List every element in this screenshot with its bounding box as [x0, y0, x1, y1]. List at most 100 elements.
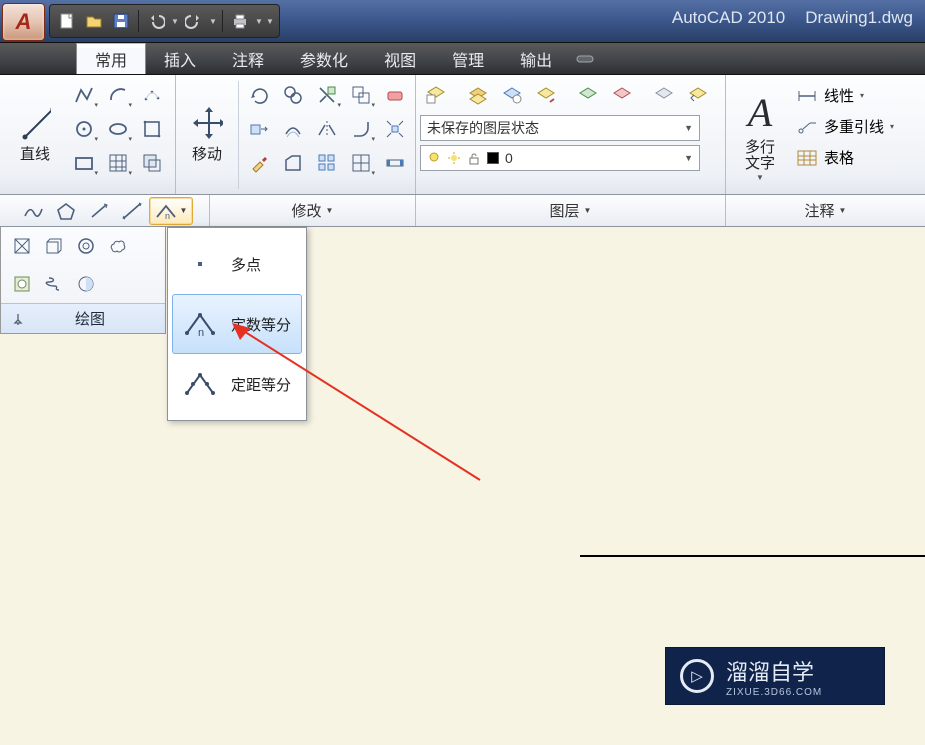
join-grip-icon[interactable]: [379, 147, 411, 179]
offset-icon[interactable]: [277, 113, 309, 145]
mirror-icon[interactable]: [311, 113, 343, 145]
table-label: 表格: [824, 147, 854, 168]
layer-match-icon[interactable]: [648, 79, 680, 111]
point-divide-split-button[interactable]: n ▼: [149, 197, 193, 225]
pin-icon: [11, 312, 25, 326]
table-icon: [796, 149, 818, 167]
menu-item-multipoint[interactable]: 多点: [172, 234, 302, 294]
xline-icon[interactable]: [116, 197, 148, 225]
mtext-button[interactable]: A 多行 文字 ▼: [730, 79, 790, 191]
app-title: AutoCAD 2010: [672, 8, 785, 28]
extend-icon[interactable]: ▾: [345, 79, 377, 111]
application-menu-button[interactable]: A: [2, 3, 45, 41]
layer-color-swatch: [487, 152, 499, 164]
layer-states-icon[interactable]: [462, 79, 494, 111]
break-icon[interactable]: ▾: [345, 147, 377, 179]
ribbon: 直线 ▾ ▾ ▾ ▾ ▾ ▾: [0, 75, 925, 195]
tab-home[interactable]: 常用: [76, 43, 146, 74]
fillet-icon[interactable]: ▾: [345, 113, 377, 145]
draw-panel-expanded: 绘图: [0, 227, 166, 334]
measure-icon: [181, 365, 219, 403]
layer-freeze-icon[interactable]: [496, 79, 528, 111]
tab-extra-icon[interactable]: [570, 43, 600, 74]
print-dropdown-icon[interactable]: ▼: [254, 17, 264, 26]
document-name: Drawing1.dwg: [805, 8, 913, 28]
trim-icon[interactable]: ▾: [311, 79, 343, 111]
layer-panel-title[interactable]: 图层▼: [416, 195, 726, 226]
rotate-icon[interactable]: [243, 79, 275, 111]
layer-uniso-icon[interactable]: [606, 79, 638, 111]
tab-parametric-label: 参数化: [300, 47, 348, 71]
annot-panel-title[interactable]: 注释▼: [726, 195, 925, 226]
undo-dropdown-icon[interactable]: ▼: [170, 17, 180, 26]
linear-label: 线性: [824, 85, 854, 106]
hatch-rect-icon[interactable]: [136, 113, 168, 145]
rectangle-icon[interactable]: ▾: [68, 147, 100, 179]
mleader-button[interactable]: 多重引线 ▾: [792, 114, 898, 139]
qat-print-icon[interactable]: [227, 8, 253, 34]
stretch-icon[interactable]: [243, 113, 275, 145]
wipeout-icon[interactable]: [7, 231, 37, 261]
qat-customize-icon[interactable]: ▼: [265, 17, 275, 26]
circle-icon[interactable]: ▾: [68, 113, 100, 145]
drawn-line-entity: [580, 555, 925, 557]
move-button[interactable]: 移动: [180, 79, 234, 191]
menu-item-divide[interactable]: n 定数等分: [172, 294, 302, 354]
chamfer-icon[interactable]: [277, 147, 309, 179]
ray-icon[interactable]: [83, 197, 115, 225]
tab-parametric[interactable]: 参数化: [282, 43, 366, 74]
linear-dim-icon: [796, 87, 818, 105]
table-button[interactable]: 表格: [792, 145, 898, 170]
donut-icon[interactable]: [71, 231, 101, 261]
modify-title-label: 修改: [292, 200, 322, 221]
polygon-icon[interactable]: [50, 197, 82, 225]
mtext-icon: A: [748, 89, 772, 136]
tab-annotate[interactable]: 注释: [214, 43, 282, 74]
line-button[interactable]: 直线: [4, 79, 66, 191]
layer-properties-icon[interactable]: [420, 79, 452, 111]
move-label: 移动: [192, 143, 222, 164]
qat-undo-icon[interactable]: [143, 8, 169, 34]
qat-save-icon[interactable]: [108, 8, 134, 34]
ellipse-icon[interactable]: ▾: [102, 113, 134, 145]
tab-output[interactable]: 输出: [502, 43, 570, 74]
app-logo-glyph: A: [16, 9, 32, 35]
hatch-icon[interactable]: ▾: [102, 147, 134, 179]
ribbon-panel-titles: n ▼ 修改▼ 图层▼ 注释▼: [0, 195, 925, 227]
tab-manage[interactable]: 管理: [434, 43, 502, 74]
redo-dropdown-icon[interactable]: ▼: [208, 17, 218, 26]
dimension-linear-button[interactable]: 线性 ▾: [792, 83, 898, 108]
layer-state-combo[interactable]: 未保存的图层状态 ▼: [420, 115, 700, 141]
layer-prev-icon[interactable]: [682, 79, 714, 111]
array-icon[interactable]: [311, 147, 343, 179]
layer-title-label: 图层: [550, 200, 580, 221]
revcloud-icon[interactable]: [103, 231, 133, 261]
tab-view[interactable]: 视图: [366, 43, 434, 74]
arc-icon[interactable]: ▾: [102, 79, 134, 111]
modify-panel-title[interactable]: 修改▼: [210, 195, 416, 226]
erase-icon[interactable]: [379, 79, 411, 111]
layer-iso-icon[interactable]: [572, 79, 604, 111]
qat-new-icon[interactable]: [54, 8, 80, 34]
tab-insert[interactable]: 插入: [146, 43, 214, 74]
move-icon: [191, 107, 223, 139]
region-icon[interactable]: [136, 147, 168, 179]
explode-icon[interactable]: [379, 113, 411, 145]
menu-item-measure[interactable]: 定距等分: [172, 354, 302, 414]
spline-dots-icon[interactable]: [136, 79, 168, 111]
qat-open-icon[interactable]: [81, 8, 107, 34]
scale-brush-icon[interactable]: [243, 147, 275, 179]
mleader-label: 多重引线: [824, 116, 884, 137]
boundary-icon[interactable]: [7, 269, 37, 299]
layer-lock-icon[interactable]: [530, 79, 562, 111]
polyline-icon[interactable]: ▾: [68, 79, 100, 111]
spline-freehand-icon[interactable]: [17, 197, 49, 225]
helix-icon[interactable]: [39, 269, 69, 299]
current-layer-combo[interactable]: 0 ▼: [420, 145, 700, 171]
copy-icon[interactable]: [277, 79, 309, 111]
3drect-icon[interactable]: [39, 231, 69, 261]
gradient-icon[interactable]: [71, 269, 101, 299]
qat-redo-icon[interactable]: [181, 8, 207, 34]
sun-icon: [447, 151, 461, 165]
draw-panel-caption[interactable]: 绘图: [1, 303, 165, 333]
